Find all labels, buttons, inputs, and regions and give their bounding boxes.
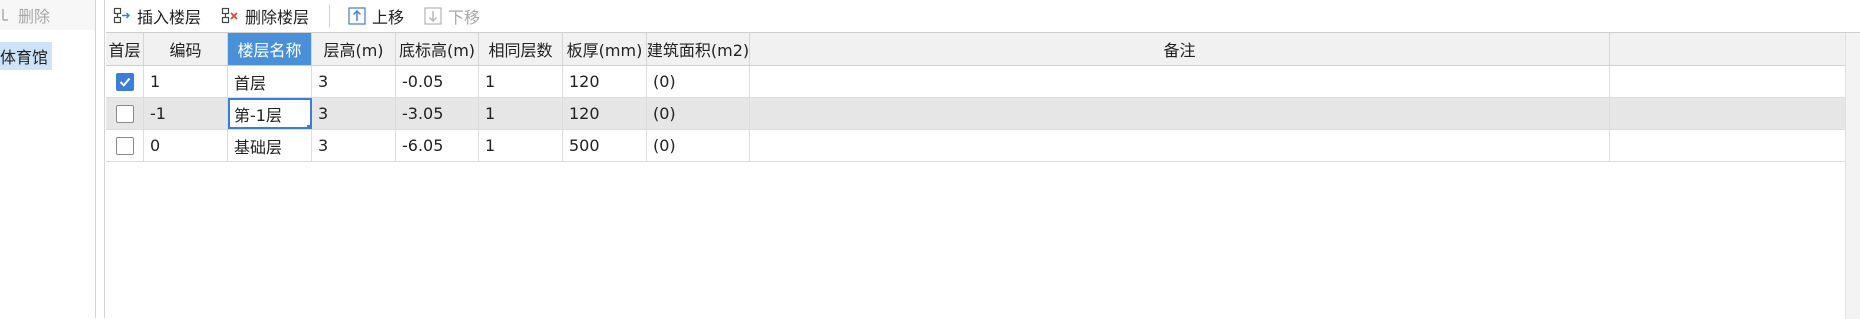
header-height[interactable]: 层高(m) (312, 33, 396, 65)
move-down-label: 下移 (448, 7, 481, 27)
area-cell[interactable]: (0) (647, 66, 750, 97)
height-cell[interactable]: 3 (312, 130, 396, 161)
code-cell[interactable]: 1 (144, 66, 228, 97)
is-first-checkbox[interactable] (115, 136, 134, 155)
area-cell[interactable]: (0) (647, 130, 750, 161)
arrow-down-icon (424, 6, 442, 25)
insert-floor-icon (113, 7, 130, 23)
bottom-elevation-cell[interactable]: -6.05 (396, 130, 479, 161)
table-row[interactable]: 1 首层 3 -0.05 1 120 (0) (106, 66, 1860, 98)
grid-header: 首层 编码 楼层名称 层高(m) 底标高(m) 相同层数 板厚(mm) 建筑面积… (106, 33, 1860, 66)
pane-divider-inner (104, 0, 105, 318)
delete-floor-label: 删除楼层 (245, 7, 310, 27)
floor-name-cell[interactable]: 基础层 (228, 130, 312, 161)
left-toolbar: 删除 (0, 0, 95, 30)
header-is-first[interactable]: 首层 (106, 33, 144, 65)
same-count-cell[interactable]: 1 (479, 98, 563, 129)
is-first-cell[interactable] (106, 98, 144, 129)
header-code[interactable]: 编码 (144, 33, 228, 65)
check-icon (119, 77, 130, 87)
note-cell[interactable] (750, 98, 1610, 129)
move-up-label: 上移 (372, 7, 405, 27)
bottom-elevation-cell[interactable]: -3.05 (396, 98, 479, 129)
thickness-cell[interactable]: 120 (563, 98, 647, 129)
height-cell[interactable]: 3 (312, 66, 396, 97)
is-first-checkbox[interactable] (115, 72, 134, 91)
is-first-checkbox[interactable] (115, 104, 134, 123)
header-note[interactable]: 备注 (750, 33, 1610, 65)
left-pane: 删除 体育馆 (0, 0, 95, 318)
is-first-cell[interactable] (106, 66, 144, 97)
tree-item-gym[interactable]: 体育馆 (0, 42, 52, 70)
code-cell[interactable]: -1 (144, 98, 228, 129)
insert-floor-button[interactable]: 插入楼层 (113, 4, 201, 28)
tree-item-label: 体育馆 (0, 48, 49, 67)
vertical-scrollbar[interactable] (1845, 33, 1860, 319)
area-cell[interactable]: (0) (647, 98, 750, 129)
bottom-elevation-cell[interactable]: -0.05 (396, 66, 479, 97)
note-cell[interactable] (750, 66, 1610, 97)
header-thickness[interactable]: 板厚(mm) (563, 33, 647, 65)
floor-name-cell[interactable]: 首层 (228, 66, 312, 97)
header-floor-name[interactable]: 楼层名称 (228, 33, 312, 65)
note-cell[interactable] (750, 130, 1610, 161)
floor-name-cell-focused[interactable]: 第-1层 (228, 98, 312, 129)
floor-toolbar: 插入楼层 删除楼层 上移 下移 (105, 0, 1860, 31)
thickness-cell[interactable]: 500 (563, 130, 647, 161)
left-delete-button[interactable]: 删除 (0, 4, 50, 26)
header-bottom-elevation[interactable]: 底标高(m) (396, 33, 479, 65)
header-same-count[interactable]: 相同层数 (479, 33, 563, 65)
delete-floor-button[interactable]: 删除楼层 (221, 4, 309, 28)
arrow-up-icon (348, 6, 366, 25)
left-delete-label: 删除 (18, 7, 51, 26)
same-count-cell[interactable]: 1 (479, 66, 563, 97)
pane-divider[interactable] (95, 0, 96, 318)
toolbar-separator (329, 4, 331, 27)
trash-icon (2, 9, 8, 21)
insert-floor-label: 插入楼层 (137, 7, 202, 27)
header-area[interactable]: 建筑面积(m2) (647, 33, 750, 65)
table-row[interactable]: -1 第-1层 3 -3.05 1 120 (0) (106, 98, 1860, 130)
thickness-cell[interactable]: 120 (563, 66, 647, 97)
height-cell[interactable]: 3 (312, 98, 396, 129)
move-up-button[interactable]: 上移 (348, 4, 404, 28)
code-cell[interactable]: 0 (144, 130, 228, 161)
move-down-button[interactable]: 下移 (424, 4, 480, 28)
is-first-cell[interactable] (106, 130, 144, 161)
table-row[interactable]: 0 基础层 3 -6.05 1 500 (0) (106, 130, 1860, 162)
floor-grid: 首层 编码 楼层名称 层高(m) 底标高(m) 相同层数 板厚(mm) 建筑面积… (106, 32, 1860, 319)
delete-floor-icon (221, 7, 238, 23)
same-count-cell[interactable]: 1 (479, 130, 563, 161)
